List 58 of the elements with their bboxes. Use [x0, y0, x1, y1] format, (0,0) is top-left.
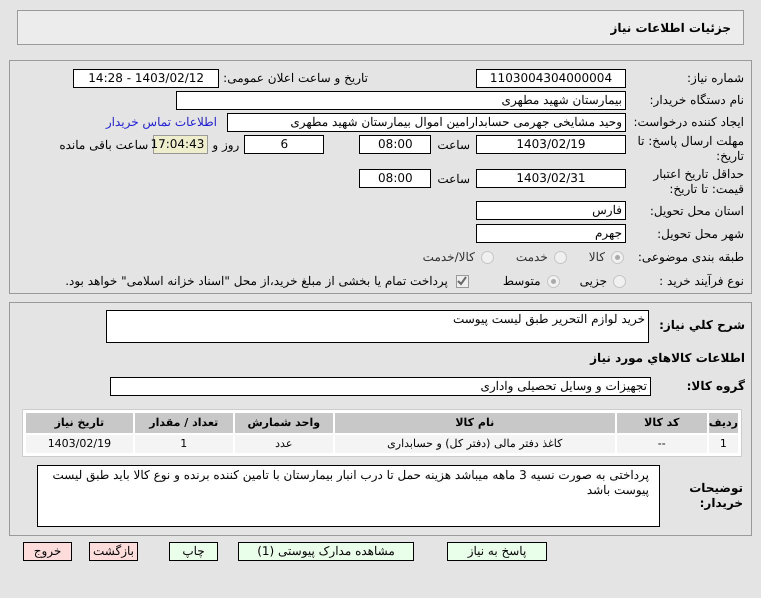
input-field[interactable]: 08:00 — [359, 135, 432, 154]
input-field[interactable]: فارس — [476, 201, 626, 220]
field-label: گروه کالا: — [686, 378, 745, 395]
field-label: ایجاد کننده درخواست: — [632, 114, 744, 131]
section-title: اطلاعات کالاهاي مورد نياز — [590, 350, 745, 367]
page-title: جزئیات اطلاعات نیاز — [610, 20, 731, 36]
input-field[interactable]: 1403/02/19 — [476, 135, 626, 154]
field-label: استان محل تحویل: — [648, 202, 744, 220]
action-button[interactable]: چاپ — [169, 542, 218, 561]
field-label: نام دستگاه خریدار: — [648, 92, 744, 109]
action-button[interactable]: پاسخ به نیاز — [447, 542, 547, 561]
action-button[interactable]: بازگشت — [89, 542, 138, 561]
text-area[interactable]: خرید لوازم التحریر طبق لیست پیوست — [106, 310, 649, 343]
input-field[interactable]: تجهیزات و وسایل تحصیلی واداری — [110, 376, 651, 396]
field-label: نوع فرآیند خرید : — [658, 273, 744, 290]
input-field[interactable]: 1403/02/31 — [476, 169, 626, 188]
radio-label: جزیی — [580, 273, 607, 290]
field-label: حداقل تاریخ اعتبار قیمت: تا تاریخ: — [652, 167, 744, 197]
field-label: توضیحات خریدار: — [688, 481, 744, 511]
table-cell: 1 — [134, 435, 233, 453]
checkbox-label: پرداخت تمام یا بخشی از مبلغ خرید،از محل "اسناد خزانه اسلامی" خواهد بود. — [65, 273, 448, 290]
input-field[interactable]: وحید مشایخی جهرمی حسابدارامین اموال بیمارستان شهید مطهری — [227, 112, 626, 132]
field-label: شرح کلي نياز: — [658, 317, 745, 334]
countdown-field[interactable]: 17:04:43 — [153, 135, 208, 154]
table-cell: 1403/02/19 — [26, 435, 133, 453]
input-field[interactable]: 1103004304000004 — [476, 68, 626, 88]
field-label: روز و — [212, 137, 240, 154]
field-label: تاریخ و ساعت اعلان عمومی: — [223, 70, 368, 87]
table-cell: کاغذ دفتر مالی (دفتر کل) و حسابداری — [334, 435, 615, 453]
radio-label: کالا/خدمت — [422, 249, 475, 266]
action-button[interactable]: خروج — [23, 542, 72, 561]
column-header: تعداد / مقدار — [134, 413, 233, 433]
field-label: مهلت ارسال پاسخ: تا تاریخ: — [636, 133, 744, 164]
table-cell: -- — [616, 435, 707, 453]
action-button[interactable]: مشاهده مدارک پیوستی (1) — [238, 542, 414, 561]
text-area[interactable]: پرداختی به صورت نسیه 3 ماهه میباشد هزینه حمل تا درب انبار بیمارستان با تامین کننده برنده و نوع کالا باید طبق لیست پیوست باشد — [37, 465, 660, 527]
column-header: ردیف — [708, 413, 738, 433]
field-label: شماره نیاز: — [686, 70, 744, 87]
contact-link[interactable]: اطلاعات تماس خریدار — [106, 113, 217, 131]
field-label: شهر محل تحویل: — [656, 226, 744, 242]
radio-label: متوسط — [502, 273, 541, 290]
radio-label: کالا — [588, 249, 605, 266]
input-field[interactable]: 1403/02/12 - 14:28 — [73, 68, 220, 88]
input-field[interactable]: جهرم — [476, 224, 626, 243]
table-cell: عدد — [234, 435, 333, 453]
field-label: ساعت — [437, 137, 470, 154]
field-label: ساعت باقی مانده — [59, 137, 148, 154]
column-header: تاریخ نیاز — [26, 413, 133, 433]
radio-label: خدمت — [516, 249, 548, 266]
field-label: ساعت — [437, 171, 470, 188]
column-header: کد کالا — [616, 413, 707, 433]
input-field[interactable]: بیمارستان شهید مطهری — [176, 90, 626, 110]
input-field[interactable]: 6 — [244, 135, 324, 154]
table-cell: 1 — [708, 435, 738, 453]
field-label: طبقه بندی موضوعی: — [636, 249, 744, 266]
column-header: نام کالا — [334, 413, 615, 433]
input-field[interactable]: 08:00 — [359, 169, 432, 188]
column-header: واحد شمارش — [234, 413, 333, 433]
